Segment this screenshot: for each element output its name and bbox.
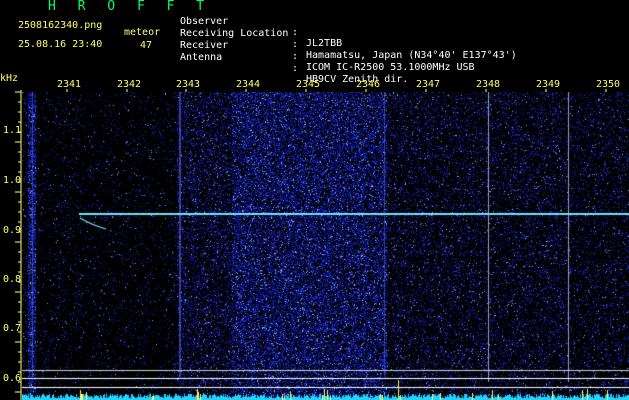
info-value: ICOM IC-R2500 53.1000MHz USB — [306, 62, 475, 73]
hrofft-window: H R O F F T 2508162340.png 25.08.16 23:4… — [0, 0, 629, 400]
frequency-unit-label: kHz — [0, 73, 19, 84]
y-axis — [15, 90, 22, 400]
spectrogram-plot[interactable] — [22, 92, 629, 400]
meteor-label: meteor — [124, 27, 161, 38]
info-separator: : — [292, 63, 299, 74]
info-value: Hamamatsu, Japan (N34°40' E137°43') — [306, 50, 517, 61]
info-label: Antenna — [180, 52, 223, 63]
meteor-count: 47 — [140, 40, 153, 51]
info-value: JL2TBB — [306, 38, 343, 49]
info-separator: : — [292, 39, 299, 50]
date-time: 25.08.16 23:40 — [18, 39, 103, 50]
y-axis-ticks — [15, 91, 21, 393]
info-separator: : — [292, 51, 299, 62]
info-separator: : — [292, 27, 299, 38]
file-name: 2508162340.png — [18, 20, 103, 31]
